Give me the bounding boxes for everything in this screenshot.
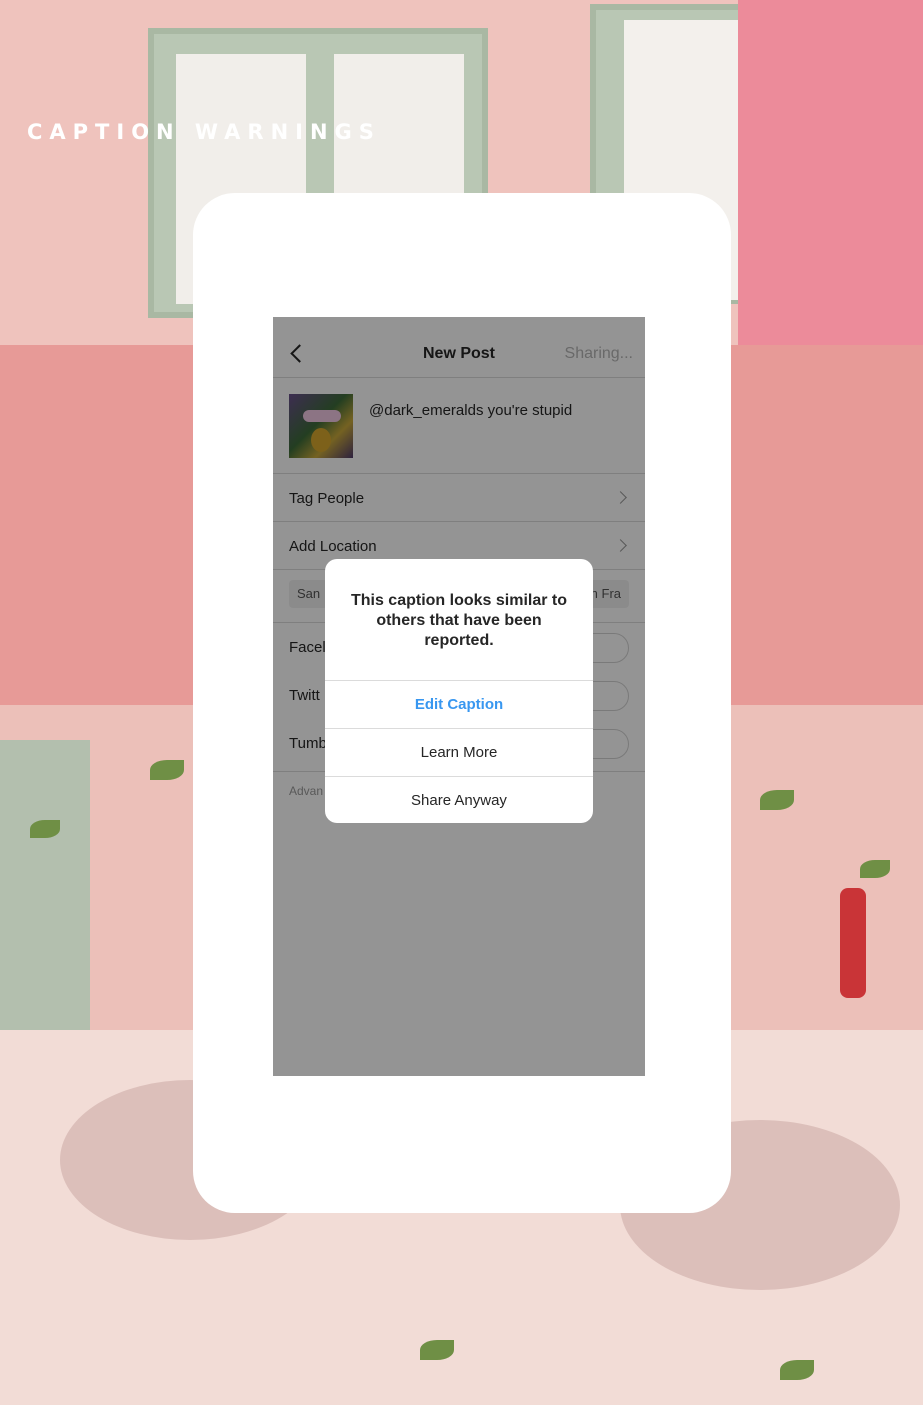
background-banner [738,0,923,361]
edit-caption-button[interactable]: Edit Caption [325,680,593,727]
page-title: CAPTION WARNINGS [27,120,381,144]
dialog-message: This caption looks similar to others tha… [350,592,568,649]
background-leaf [760,790,794,810]
background-door [0,740,90,1030]
learn-more-button[interactable]: Learn More [325,728,593,775]
background-leaf [150,760,184,780]
background-leaf [860,860,890,878]
background-fire-extinguisher [840,888,866,998]
share-anyway-button[interactable]: Share Anyway [325,776,593,823]
background-leaf [30,820,60,838]
caption-warning-dialog: This caption looks similar to others tha… [325,559,593,823]
phone-card: New Post Sharing... @dark_emeralds you'r… [193,193,731,1213]
background-leaf [780,1360,814,1380]
phone-screen: New Post Sharing... @dark_emeralds you'r… [273,317,645,1076]
background-leaf [420,1340,454,1360]
